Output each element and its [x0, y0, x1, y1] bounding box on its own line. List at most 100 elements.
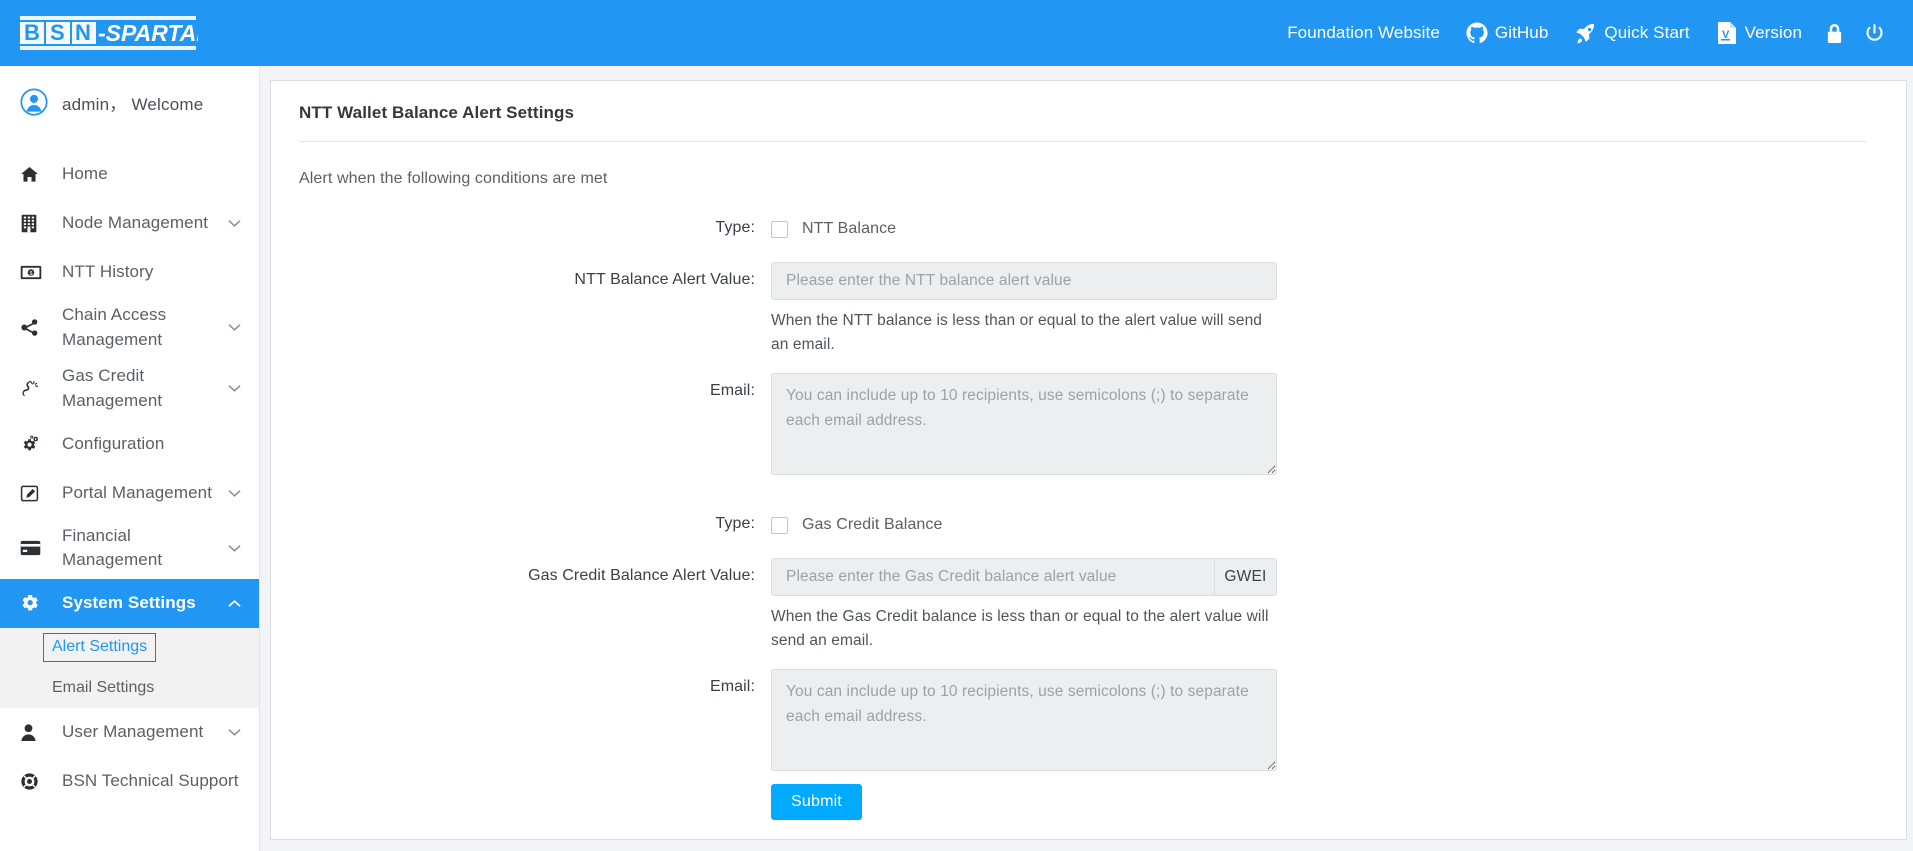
ntt-type-label: Type:: [271, 210, 771, 237]
sidebar-item-portal-management[interactable]: Portal Management: [0, 469, 259, 518]
system-settings-submenu: Alert Settings Email Settings: [0, 628, 259, 708]
user-welcome-text: admin， Welcome: [62, 90, 203, 115]
gas-email-field: Submit: [771, 669, 1906, 820]
nav-version[interactable]: V Version: [1703, 13, 1815, 53]
spacer: [271, 480, 1906, 506]
sidebar-item-user-management-label: User Management: [62, 720, 222, 745]
chevron-down-icon: [228, 728, 241, 737]
nav-github[interactable]: GitHub: [1453, 13, 1562, 53]
lock-icon: [1825, 23, 1844, 44]
share-icon: [20, 318, 46, 337]
sidebar-item-ntt-history-label: NTT History: [62, 260, 241, 285]
gas-email-row: Email: Submit: [271, 669, 1906, 820]
main-content: NTT Wallet Balance Alert Settings Alert …: [260, 66, 1913, 851]
gas-credit-balance-alert-value-input[interactable]: [771, 558, 1214, 596]
app-logo[interactable]: B S N -SPARTAN: [18, 13, 198, 53]
gas-credit-balance-checkbox[interactable]: [771, 517, 788, 534]
gas-type-row: Type: Gas Credit Balance: [271, 506, 1906, 544]
sidebar-item-home[interactable]: Home: [0, 150, 259, 199]
github-icon: [1466, 22, 1488, 44]
svg-text:N: N: [75, 20, 91, 45]
nav-quick-start[interactable]: Quick Start: [1561, 13, 1702, 53]
ntt-value-helper-text: When the NTT balance is less than or equ…: [771, 309, 1271, 357]
user-name: admin，: [62, 95, 127, 114]
ntt-balance-checkbox-label: NTT Balance: [802, 220, 896, 238]
gas-type-field: Gas Credit Balance: [771, 506, 1906, 544]
user-icon: [20, 723, 46, 742]
user-welcome-box: admin， Welcome: [0, 66, 259, 138]
edit-square-icon: [20, 484, 46, 503]
gas-value-helper-text: When the Gas Credit balance is less than…: [771, 605, 1271, 653]
sidebar-subitem-alert-settings-label: Alert Settings: [43, 633, 156, 662]
rocket-icon: [1574, 22, 1597, 45]
sidebar-nav: Home Node Management: [0, 150, 259, 806]
gas-value-label: Gas Credit Balance Alert Value:: [271, 558, 771, 585]
sidebar-item-ntt-history[interactable]: $ NTT History: [0, 248, 259, 297]
ntt-type-row: Type: NTT Balance: [271, 210, 1906, 248]
chevron-down-icon: [228, 323, 241, 332]
avatar: [20, 88, 48, 116]
sidebar-item-portal-management-label: Portal Management: [62, 481, 222, 506]
ntt-email-field: [771, 373, 1906, 480]
ntt-balance-checkbox[interactable]: [771, 221, 788, 238]
sidebar-item-chain-access-management[interactable]: Chain Access Management: [0, 297, 259, 358]
sidebar-item-system-settings[interactable]: System Settings: [0, 579, 259, 628]
power-icon: [1864, 23, 1885, 44]
gas-type-label: Type:: [271, 506, 771, 533]
sidebar-item-home-label: Home: [62, 162, 241, 187]
version-file-icon: V: [1716, 21, 1738, 45]
nav-quick-start-label: Quick Start: [1604, 23, 1689, 43]
sidebar-subitem-email-settings-label: Email Settings: [52, 679, 154, 697]
sidebar-item-bsn-technical-support-label: BSN Technical Support: [62, 769, 241, 794]
sidebar-item-user-management[interactable]: User Management: [0, 708, 259, 757]
nav-foundation-website-label: Foundation Website: [1287, 23, 1440, 43]
ntt-email-label: Email:: [271, 373, 771, 400]
gears-icon: [20, 435, 46, 454]
gas-unit-addon: GWEI: [1214, 558, 1277, 596]
sidebar-item-configuration-label: Configuration: [62, 432, 241, 457]
nav-version-label: Version: [1745, 23, 1802, 43]
sidebar-item-bsn-technical-support[interactable]: BSN Technical Support: [0, 757, 259, 806]
chevron-down-icon: [228, 489, 241, 498]
form-subtitle: Alert when the following conditions are …: [271, 142, 1906, 188]
sidebar-subitem-alert-settings[interactable]: Alert Settings: [0, 628, 259, 668]
sidebar-item-chain-access-management-label: Chain Access Management: [62, 303, 222, 352]
sidebar-subitem-email-settings[interactable]: Email Settings: [0, 668, 259, 708]
gas-icon: [20, 379, 46, 398]
svg-text:-SPARTAN: -SPARTAN: [98, 20, 198, 46]
user-greeting: Welcome: [131, 95, 203, 114]
svg-text:B: B: [24, 20, 40, 45]
top-header-bar: B S N -SPARTAN Foundation Website GitHub: [0, 0, 1913, 66]
gas-credit-balance-checkbox-label: Gas Credit Balance: [802, 516, 943, 534]
credit-card-icon: [20, 540, 46, 556]
ntt-balance-alert-value-input[interactable]: [771, 262, 1277, 300]
sidebar-item-node-management[interactable]: Node Management: [0, 199, 259, 248]
sidebar-item-financial-management[interactable]: Financial Management: [0, 518, 259, 579]
gear-icon: [20, 593, 46, 613]
sidebar-item-configuration[interactable]: Configuration: [0, 420, 259, 469]
sidebar-item-gas-credit-management[interactable]: Gas Credit Management: [0, 358, 259, 419]
submit-button[interactable]: Submit: [771, 784, 862, 820]
ntt-email-textarea[interactable]: [771, 373, 1277, 475]
sidebar-item-gas-credit-management-label: Gas Credit Management: [62, 364, 222, 413]
gas-email-label: Email:: [271, 669, 771, 696]
bsn-spartan-logo-icon: B S N -SPARTAN: [18, 13, 198, 53]
spacer: [771, 776, 1906, 784]
sidebar-item-node-management-label: Node Management: [62, 211, 222, 236]
top-navigation: Foundation Website GitHub Quick Start: [1274, 13, 1913, 53]
ntt-email-row: Email:: [271, 373, 1906, 480]
building-icon: [20, 214, 46, 233]
gas-value-field: GWEI When the Gas Credit balance is less…: [771, 558, 1906, 669]
chevron-down-icon: [228, 384, 241, 393]
ntt-type-field: NTT Balance: [771, 210, 1906, 248]
gas-email-textarea[interactable]: [771, 669, 1277, 771]
spacer: [271, 248, 1906, 262]
chevron-down-icon: [228, 219, 241, 228]
nav-foundation-website[interactable]: Foundation Website: [1274, 13, 1453, 53]
spacer: [271, 544, 1906, 558]
svg-text:S: S: [50, 20, 65, 45]
logout-power-button[interactable]: [1854, 13, 1895, 53]
gas-value-row: Gas Credit Balance Alert Value: GWEI Whe…: [271, 558, 1906, 669]
ntt-value-field: When the NTT balance is less than or equ…: [771, 262, 1906, 373]
lock-button[interactable]: [1815, 13, 1854, 53]
